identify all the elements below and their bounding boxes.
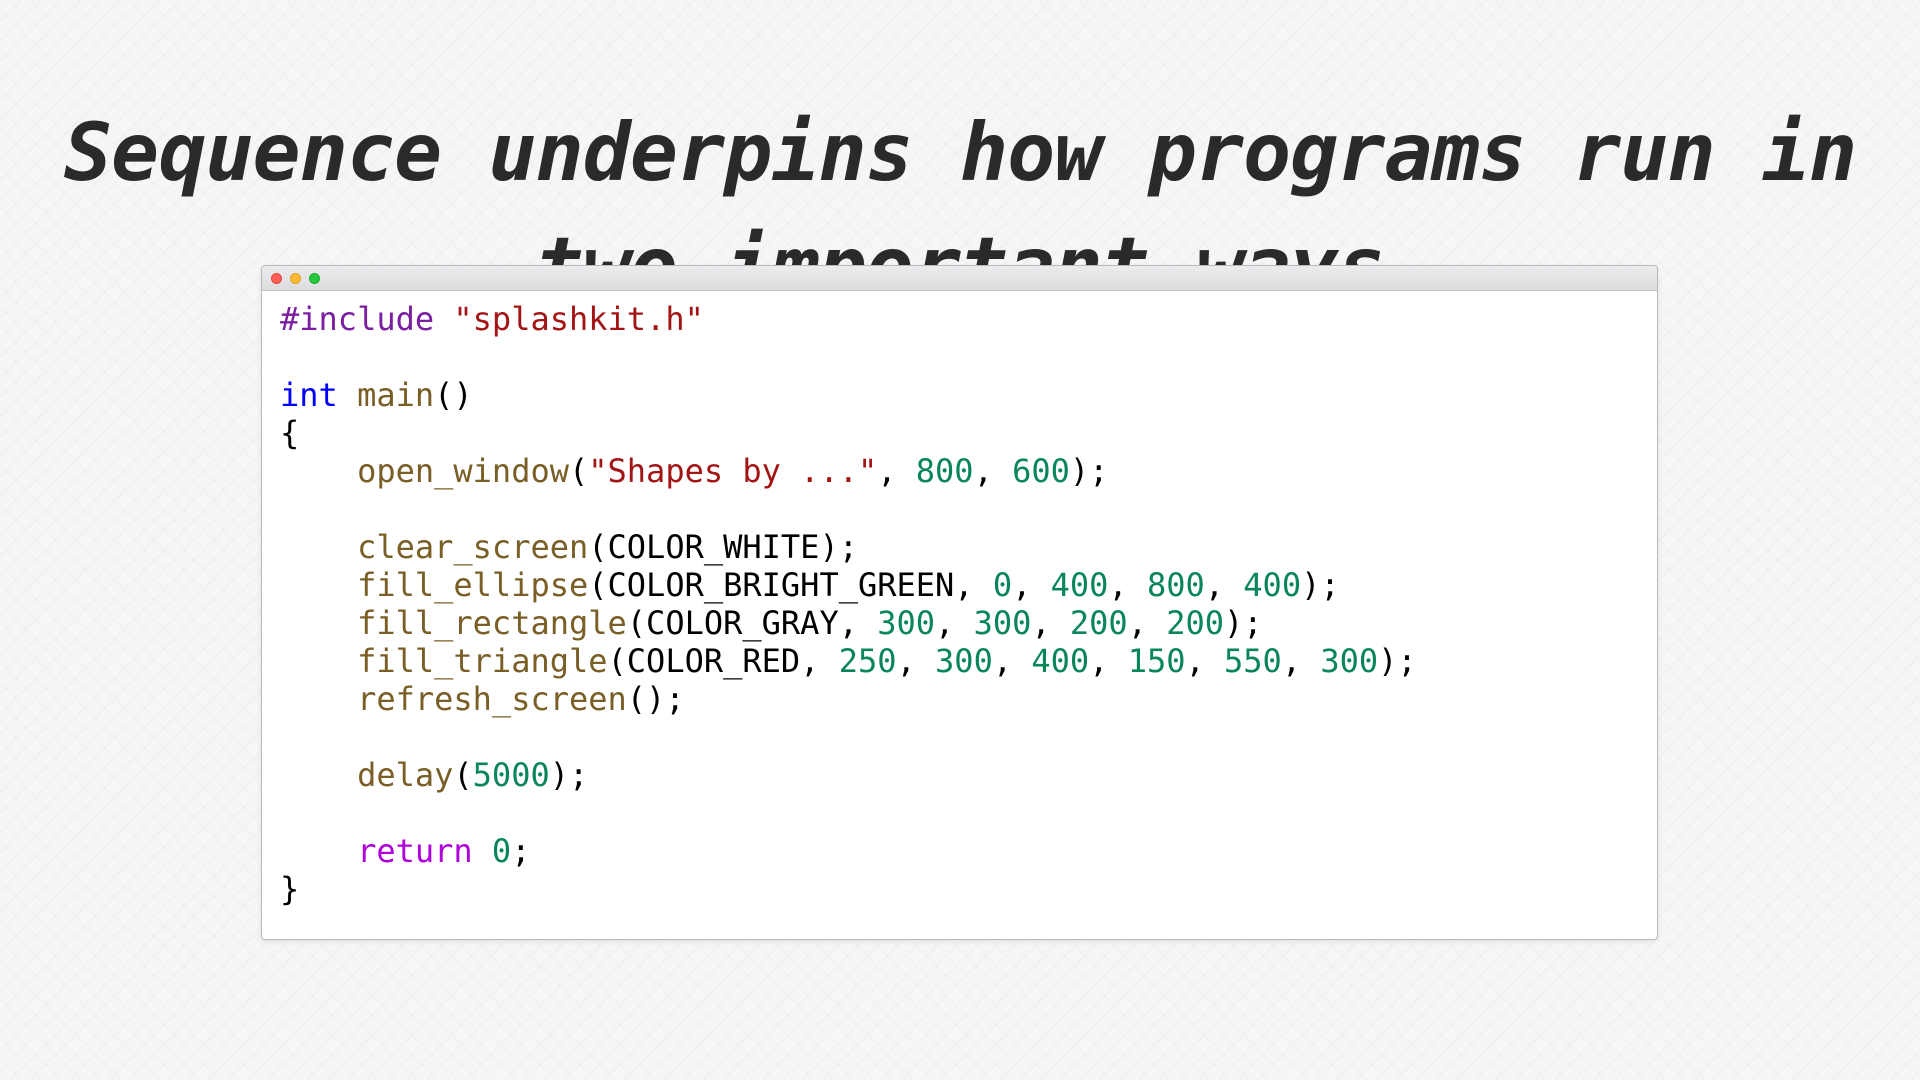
code-line: fill_rectangle(COLOR_GRAY, 300, 300, 200… xyxy=(280,604,1417,642)
code-token-plain: , xyxy=(1108,566,1147,604)
code-token-func: clear_screen xyxy=(357,528,589,566)
code-token-plain: ); xyxy=(1378,642,1417,680)
code-token-plain: , xyxy=(973,452,1013,490)
code-token-num: 0 xyxy=(992,566,1013,604)
code-token-num: 200 xyxy=(1166,604,1225,642)
code-token-plain: ); xyxy=(1069,452,1109,490)
code-token-func: open_window xyxy=(357,452,569,490)
code-token-plain: ; xyxy=(511,832,531,870)
code-token-num: 550 xyxy=(1224,642,1282,680)
code-token-num: 200 xyxy=(1069,604,1128,642)
code-line: } xyxy=(280,870,1417,908)
code-token-num: 300 xyxy=(877,604,936,642)
code-token-plain: , xyxy=(1031,604,1070,642)
code-line: return 0; xyxy=(280,832,1417,870)
code-token-num: 800 xyxy=(915,452,974,490)
code-token-plain: , xyxy=(1281,642,1321,680)
maximize-window-icon[interactable] xyxy=(309,273,320,284)
code-token-plain: ); xyxy=(1224,604,1263,642)
code-token-plain: { xyxy=(280,414,300,452)
code-token-plain: , xyxy=(935,604,974,642)
code-line: open_window("Shapes by ...", 800, 600); xyxy=(280,452,1417,490)
code-token-plain: ( xyxy=(453,756,473,794)
code-token-num: 0 xyxy=(491,832,512,870)
code-token-func: refresh_screen xyxy=(357,680,627,718)
code-token-num: 400 xyxy=(1031,642,1090,680)
code-token-num: 300 xyxy=(973,604,1032,642)
code-block: #include "splashkit.h" int main(){ open_w… xyxy=(280,300,1417,908)
code-token-plain: , xyxy=(1127,604,1167,642)
code-token-num: 250 xyxy=(838,642,897,680)
code-token-func: fill_triangle xyxy=(357,642,608,680)
code-line: #include "splashkit.h" xyxy=(280,300,1417,338)
code-line: clear_screen(COLOR_WHITE); xyxy=(280,528,1417,566)
code-token-plain: (COLOR_GRAY, xyxy=(626,604,878,642)
code-line: fill_ellipse(COLOR_BRIGHT_GREEN, 0, 400,… xyxy=(280,566,1417,604)
code-token-plain: (COLOR_BRIGHT_GREEN, xyxy=(588,566,993,604)
code-token-plain: () xyxy=(434,376,473,414)
code-token-num: 300 xyxy=(1320,642,1379,680)
code-token-func: fill_ellipse xyxy=(357,566,589,604)
code-token-plain: , xyxy=(877,452,916,490)
code-line: { xyxy=(280,414,1417,452)
code-token-plain: , xyxy=(896,642,936,680)
code-token-plain: , xyxy=(1089,642,1128,680)
code-token-kw: return xyxy=(357,832,473,870)
code-token-plain: , xyxy=(1185,642,1225,680)
code-token-type: int xyxy=(280,376,338,414)
code-token-plain: , xyxy=(1204,566,1244,604)
code-token-num: 400 xyxy=(1243,566,1302,604)
code-token-string: "Shapes by ..." xyxy=(588,452,878,490)
code-token-preproc: #include xyxy=(280,300,435,338)
code-token-num: 800 xyxy=(1146,566,1205,604)
code-token-string: "splashkit.h" xyxy=(453,300,704,338)
window-title-bar[interactable] xyxy=(262,266,1657,291)
code-token-plain: (); xyxy=(626,680,685,718)
code-token-num: 5000 xyxy=(472,756,550,794)
code-line: int main() xyxy=(280,376,1417,414)
code-token-num: 400 xyxy=(1050,566,1109,604)
code-token-plain: (COLOR_RED, xyxy=(607,642,839,680)
code-token-plain: } xyxy=(280,870,300,908)
code-line: delay(5000); xyxy=(280,756,1417,794)
code-token-plain: ); xyxy=(549,756,589,794)
slide-title-line-1: Sequence underpins how programs run in xyxy=(63,105,1857,199)
code-token-plain: , xyxy=(992,642,1032,680)
code-token-func: main xyxy=(357,376,435,414)
code-token-plain: ( xyxy=(568,452,589,490)
code-token-num: 300 xyxy=(935,642,993,680)
code-token-plain: , xyxy=(1012,566,1051,604)
code-editor-window: #include "splashkit.h" int main(){ open_w… xyxy=(261,265,1658,940)
code-token-func: fill_rectangle xyxy=(357,604,627,642)
code-line: refresh_screen(); xyxy=(280,680,1417,718)
code-token-plain: (COLOR_WHITE); xyxy=(588,528,858,566)
close-window-icon[interactable] xyxy=(271,273,282,284)
minimize-window-icon[interactable] xyxy=(290,273,301,284)
code-token-num: 600 xyxy=(1012,452,1070,490)
code-token-func: delay xyxy=(357,756,454,794)
code-token-plain: ); xyxy=(1301,566,1340,604)
code-token-num: 150 xyxy=(1127,642,1186,680)
code-line: fill_triangle(COLOR_RED, 250, 300, 400, … xyxy=(280,642,1417,680)
